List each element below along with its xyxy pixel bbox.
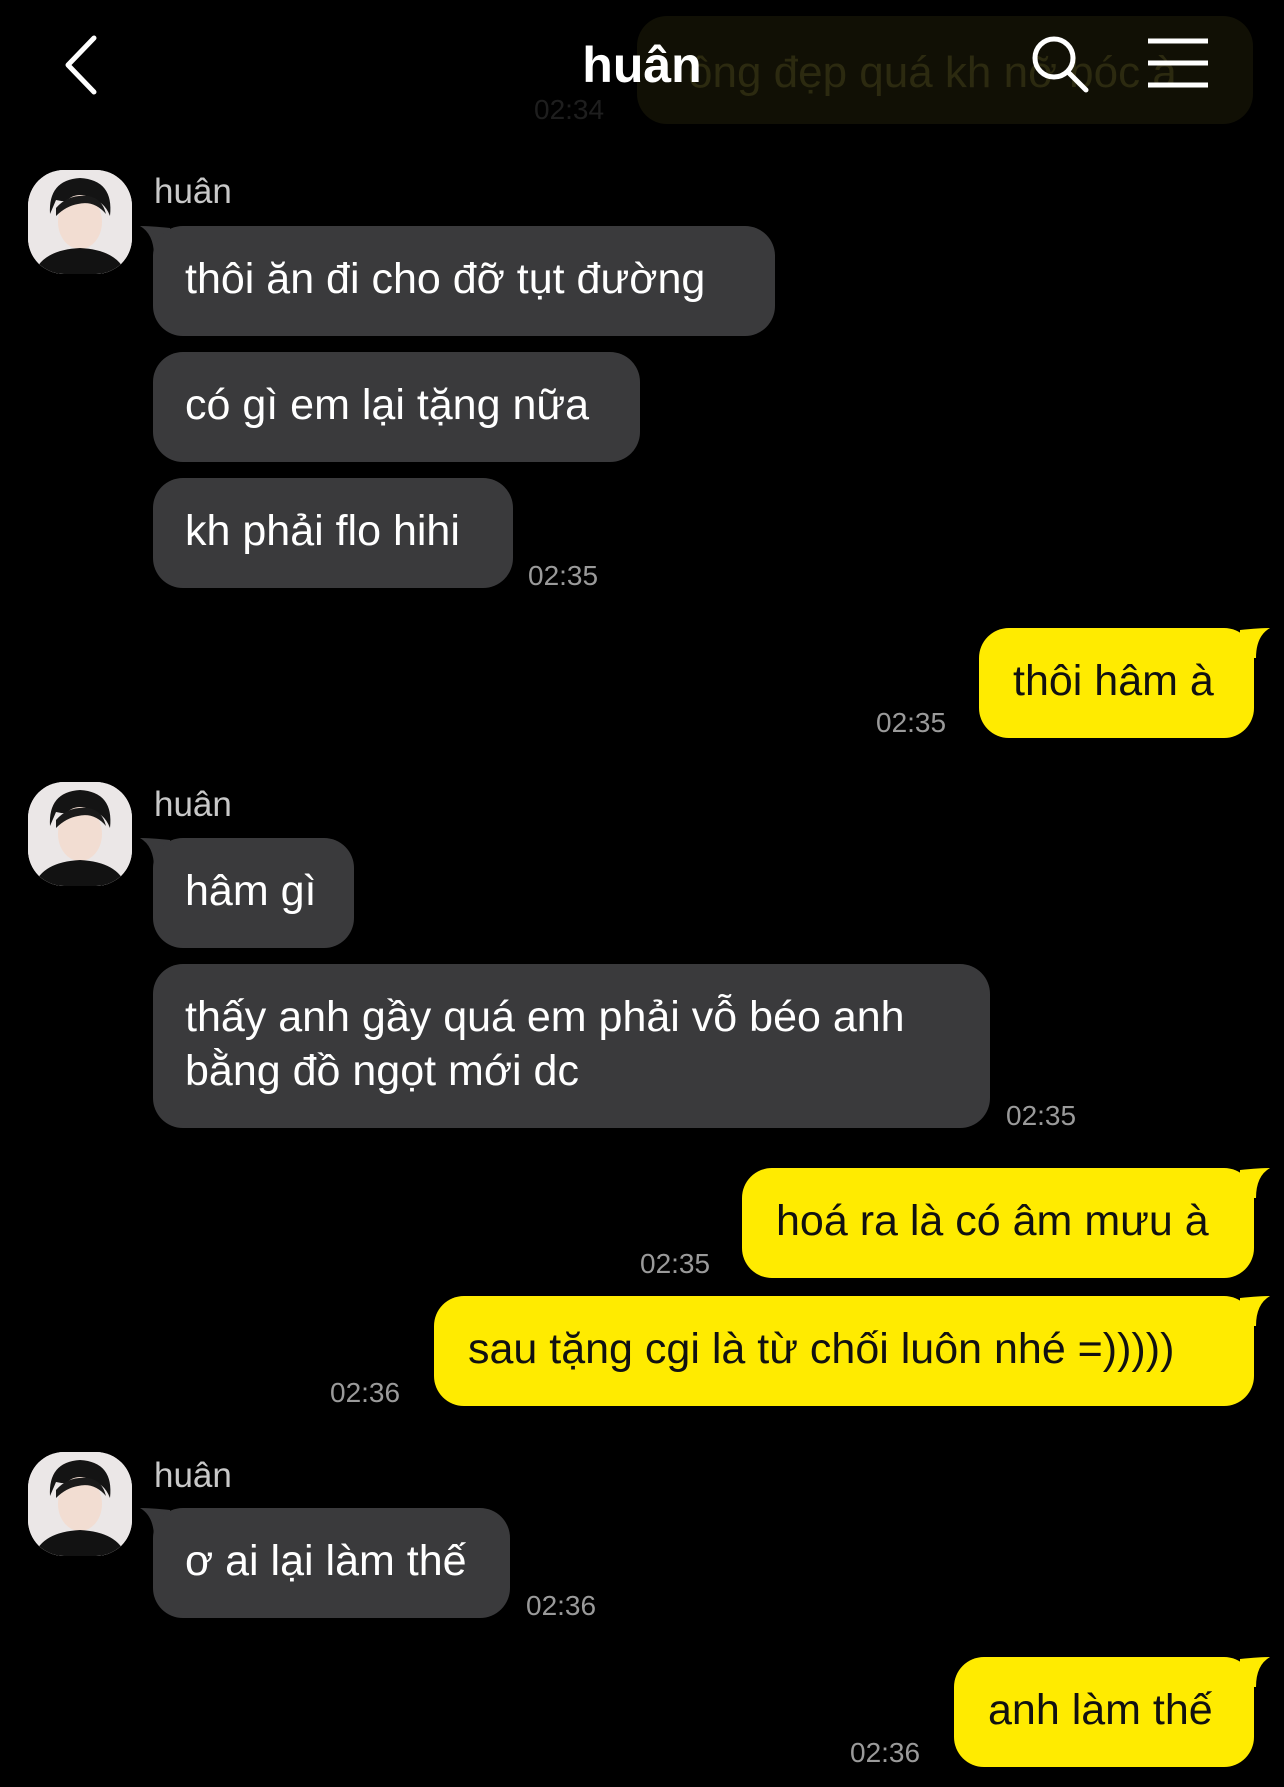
message-text: ơ ai lại làm thế	[185, 1537, 467, 1585]
message-text: hoá ra là có âm mưu à	[776, 1197, 1209, 1245]
message-text: có gì em lại tặng nữa	[185, 381, 590, 429]
message-text-line: thấy anh gầy quá em phải vỗ béo anh	[185, 993, 905, 1041]
incoming-message-bubble[interactable]: có gì em lại tặng nữa	[153, 352, 640, 462]
outgoing-message-bubble[interactable]: thôi hâm à	[979, 628, 1254, 738]
avatar[interactable]	[28, 170, 132, 274]
avatar-image	[28, 170, 132, 274]
message-time: 02:36	[526, 1590, 597, 1621]
message-time: 02:35	[876, 707, 947, 738]
hamburger-menu-icon	[1148, 38, 1208, 88]
search-button[interactable]	[1028, 32, 1092, 96]
message-text-line: bằng đồ ngọt mới dc	[185, 1047, 579, 1095]
incoming-message-bubble[interactable]: thôi ăn đi cho đỡ tụt đường	[153, 226, 775, 336]
avatar[interactable]	[28, 1452, 132, 1556]
message-text: thôi hâm à	[1013, 657, 1214, 705]
message-text: kh phải flo hihi	[185, 507, 460, 555]
sender-name: huân	[154, 785, 232, 824]
message-time: 02:36	[330, 1377, 401, 1408]
menu-button[interactable]	[1146, 36, 1210, 90]
message-text: thôi ăn đi cho đỡ tụt đường	[185, 255, 706, 303]
message-text: sau tặng cgi là từ chối luôn nhé =)))))	[468, 1325, 1175, 1373]
incoming-message-bubble[interactable]: kh phải flo hihi	[153, 478, 513, 588]
avatar[interactable]	[28, 782, 132, 886]
message-time: 02:35	[1006, 1100, 1077, 1131]
previous-message-time: 02:34	[534, 94, 605, 125]
message-time: 02:36	[850, 1737, 921, 1768]
avatar-image	[28, 782, 132, 886]
outgoing-message-bubble[interactable]: sau tặng cgi là từ chối luôn nhé =)))))	[434, 1296, 1254, 1406]
incoming-message-bubble[interactable]: ơ ai lại làm thế	[153, 1508, 510, 1618]
message-time: 02:35	[528, 560, 599, 591]
message-text: anh làm thế	[988, 1686, 1213, 1734]
incoming-message-bubble[interactable]: thấy anh gầy quá em phải vỗ béo anh bằng…	[153, 964, 990, 1128]
outgoing-message-bubble[interactable]: anh làm thế	[954, 1657, 1254, 1767]
message-time: 02:35	[640, 1248, 711, 1279]
sender-name: huân	[154, 172, 232, 211]
outgoing-message-bubble[interactable]: hoá ra là có âm mưu à	[742, 1168, 1254, 1278]
avatar-image	[28, 1452, 132, 1556]
search-icon	[1032, 36, 1089, 93]
sender-name: huân	[154, 1456, 232, 1495]
message-text: hâm gì	[185, 867, 317, 915]
incoming-message-bubble[interactable]: hâm gì	[153, 838, 354, 948]
